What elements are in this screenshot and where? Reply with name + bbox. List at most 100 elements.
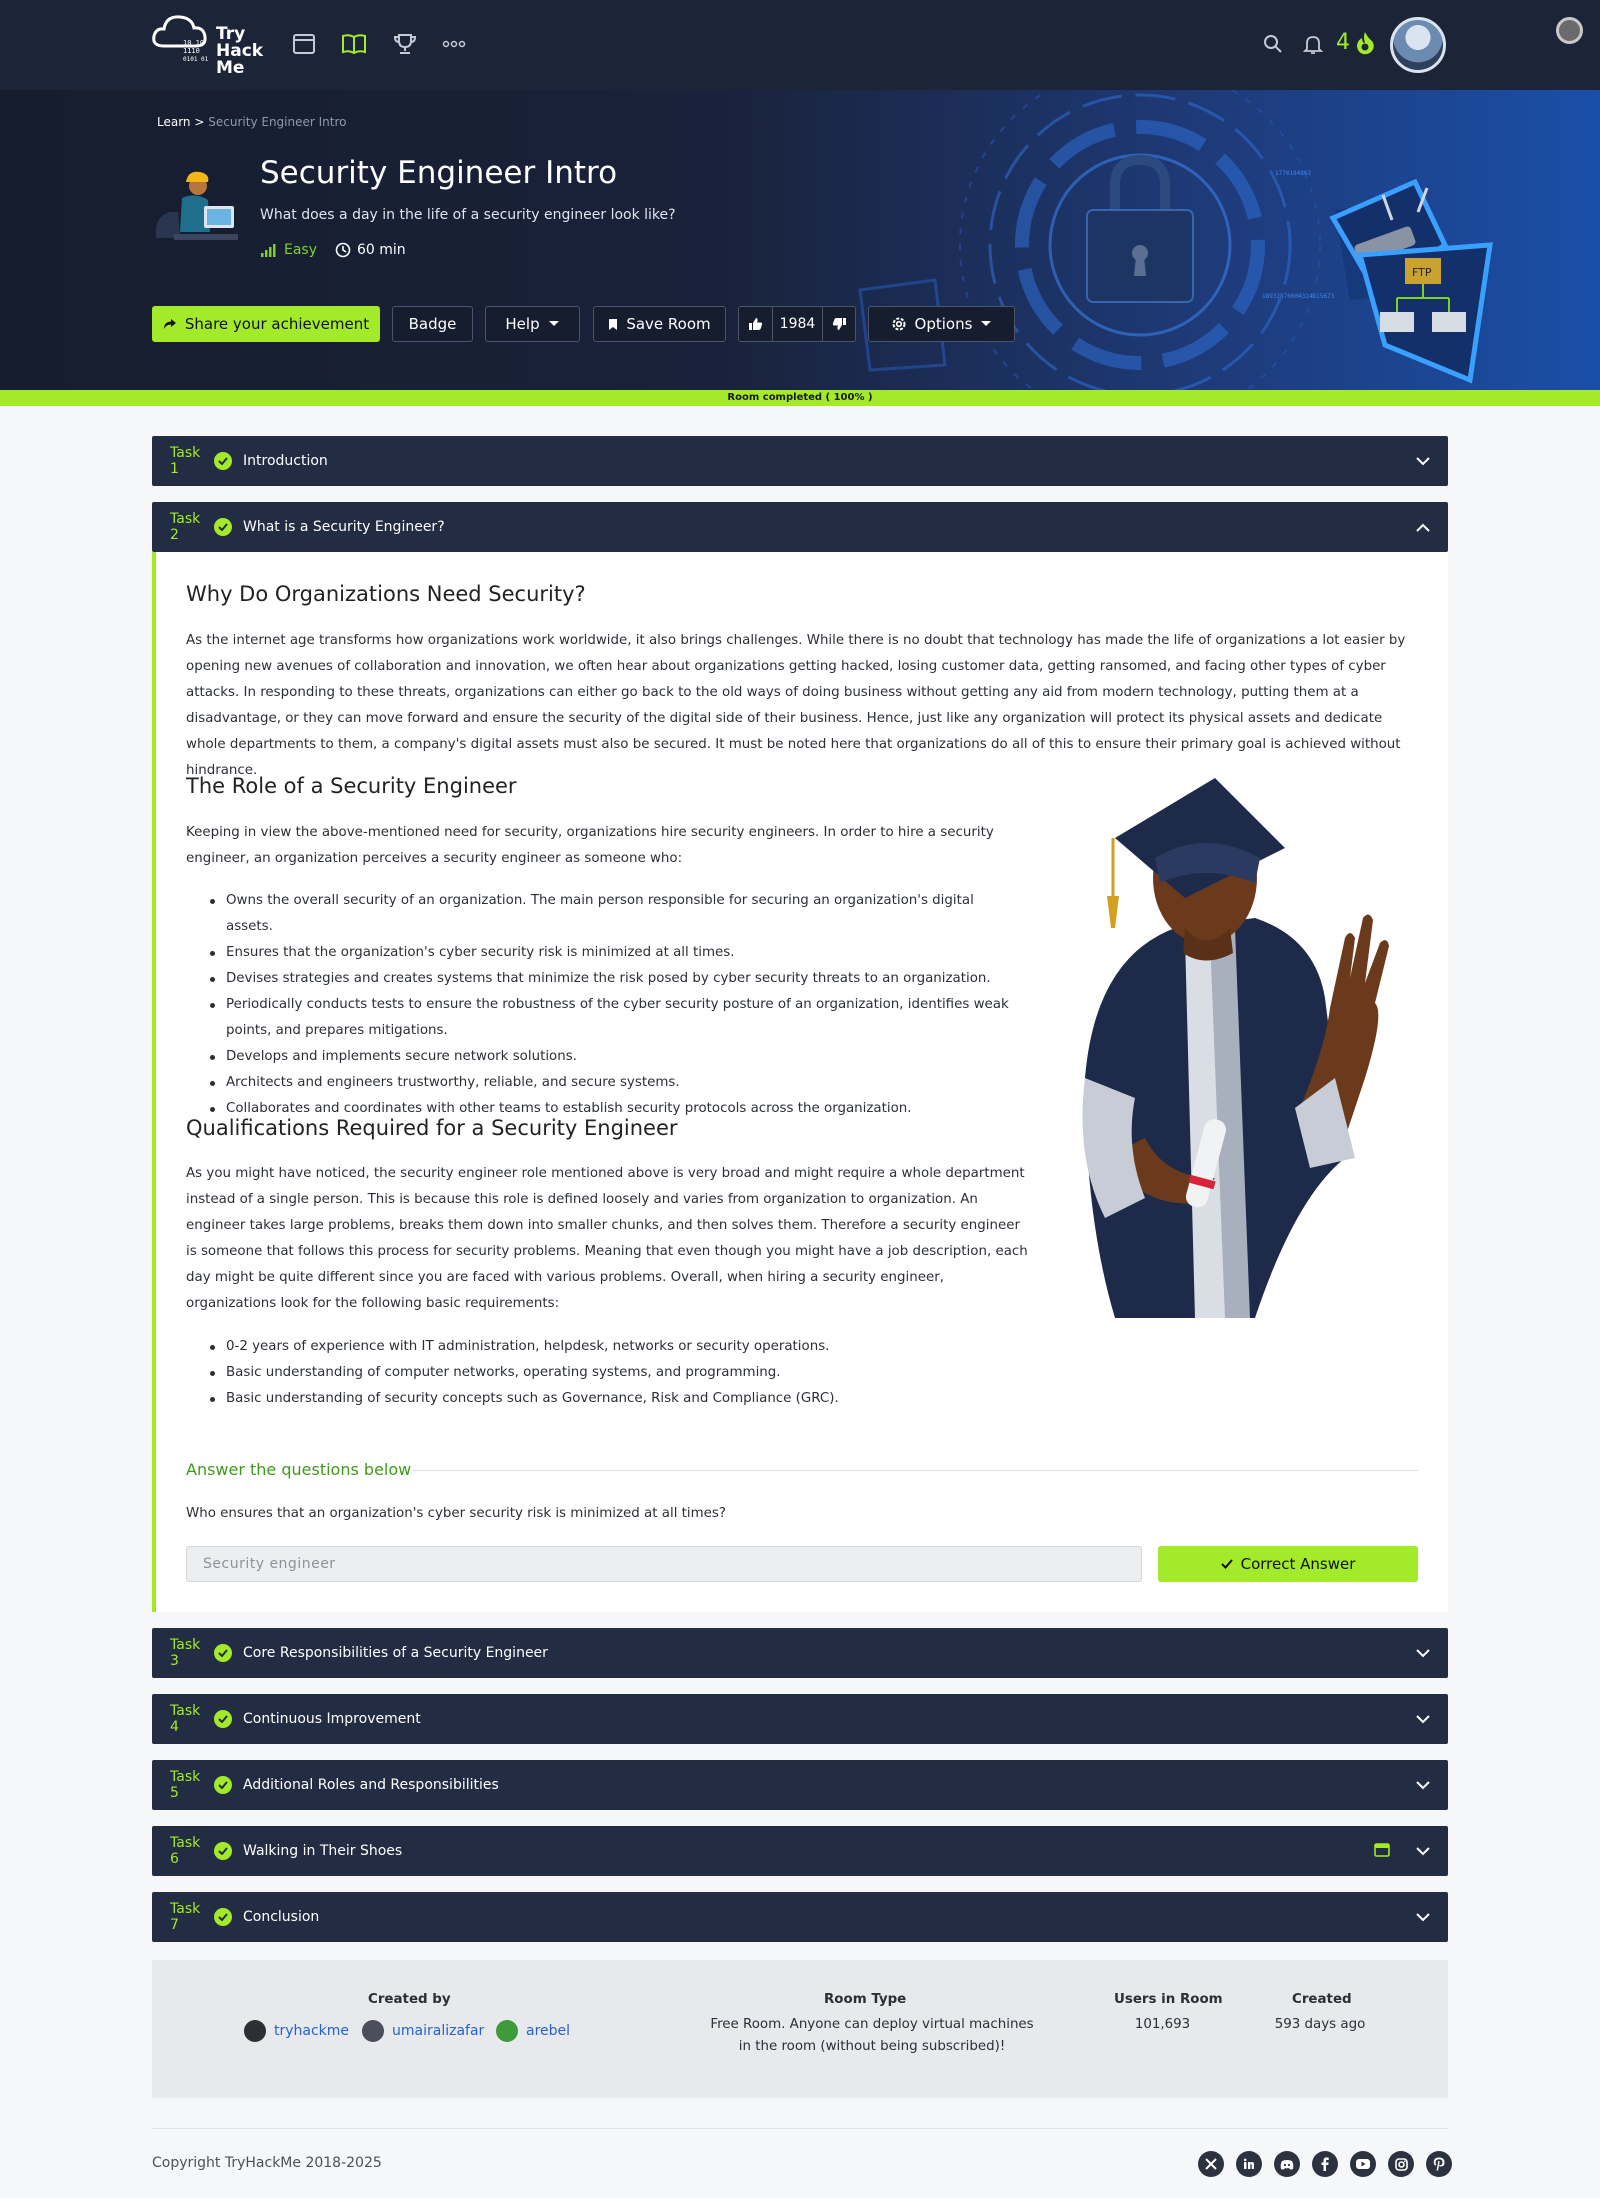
room-progress-bar: Room completed ( 100% ) [0,390,1600,406]
svg-text:1110: 1110 [183,47,200,55]
downvote-button[interactable] [823,307,855,341]
search-icon[interactable] [1260,30,1286,58]
vote-count: 1984 [773,307,823,341]
room-title: Security Engineer Intro [260,155,618,191]
chevron-down-icon[interactable] [1414,1710,1432,1728]
correct-answer-label: Correct Answer [1240,1555,1356,1573]
task-title: Conclusion [243,1909,320,1925]
more-icon[interactable] [440,30,468,58]
correct-answer-button[interactable]: Correct Answer [1158,1546,1418,1582]
requirements-list: 0-2 years of experience with IT administ… [206,1334,1106,1412]
room-type-value: Free Room. Anyone can deploy virtual mac… [710,2017,1034,2054]
paragraph: Keeping in view the above-mentioned need… [186,825,994,866]
paragraph: As the internet age transforms how organ… [186,633,1406,778]
task-4-header[interactable]: Task 4 Continuous Improvement [152,1694,1448,1744]
signal-bars-icon [261,244,276,257]
users-in-room-value: 101,693 [1134,2017,1191,2032]
list-item: Owns the overall security of an organiza… [206,888,1014,940]
task-title: What is a Security Engineer? [243,519,445,535]
creator-link[interactable]: umairalizafar [362,2020,484,2042]
answer-field[interactable]: Security engineer [186,1546,1142,1582]
checkmark-icon [1220,1559,1233,1569]
creator-name: tryhackme [274,2023,350,2039]
list-item: Basic understanding of security concepts… [206,1386,1106,1412]
task-1-header[interactable]: Task 1 Introduction [152,436,1448,486]
list-item: Devises strategies and creates systems t… [206,966,1014,992]
duration: 60 min [335,242,406,258]
chevron-up-icon[interactable] [1414,518,1432,536]
save-room-button[interactable]: Save Room [593,306,726,342]
x-icon[interactable] [1198,2151,1224,2177]
pinterest-icon[interactable] [1426,2151,1452,2177]
chevron-down-icon[interactable] [1414,1644,1432,1662]
caret-down-icon [981,321,992,326]
thumbs-down-icon [832,318,846,330]
user-avatar[interactable] [1390,17,1446,73]
breadcrumb-current: Security Engineer Intro [208,115,347,129]
task-7-header[interactable]: Task 7 Conclusion [152,1892,1448,1942]
creator-link[interactable]: tryhackme [244,2020,349,2042]
responsibilities-list: Owns the overall security of an organiza… [206,888,1014,1122]
options-label: Options [914,315,973,333]
discord-icon[interactable] [1274,2151,1300,2177]
instagram-icon[interactable] [1388,2151,1414,2177]
streak-counter[interactable]: 4 [1336,30,1376,55]
chevron-down-icon[interactable] [1414,1776,1432,1794]
creator-name: umairalizafar [392,2023,485,2039]
question-text: Who ensures that an organization's cyber… [186,1506,727,1521]
check-circle-icon [214,1710,232,1728]
upvote-button[interactable] [739,307,773,341]
users-in-room-label: Users in Room [1114,1992,1223,2007]
room-icon [155,171,238,240]
badge-button[interactable]: Badge [392,306,473,342]
share-achievement-button[interactable]: Share your achievement [152,306,380,342]
svg-text:FTP: FTP [1412,266,1432,279]
help-label: Help [505,315,540,333]
svg-text:0101 01: 0101 01 [183,56,209,63]
logo-text: Try Hack Me [216,24,264,78]
clock-icon [335,242,351,258]
breadcrumb-learn[interactable]: Learn [157,115,191,129]
chevron-down-icon[interactable] [1414,1908,1432,1926]
options-button[interactable]: Options [868,306,1015,342]
thumbs-up-icon [749,318,763,330]
bell-icon[interactable] [1300,30,1326,58]
creator-link[interactable]: arebel [496,2020,570,2042]
chevron-down-icon[interactable] [1414,452,1432,470]
share-icon [163,319,176,329]
footer-divider [152,2128,1448,2129]
check-circle-icon [214,1644,232,1662]
facebook-icon[interactable] [1312,2151,1338,2177]
youtube-icon[interactable] [1350,2151,1376,2177]
check-circle-icon [214,518,232,536]
task-number: Task 5 [170,1769,201,1801]
check-circle-icon [214,1776,232,1794]
paragraph: As you might have noticed, the security … [186,1166,1028,1311]
list-item: Ensures that the organization's cyber se… [206,940,1014,966]
vm-window-icon [1374,1842,1392,1860]
task-2-header[interactable]: Task 2 What is a Security Engineer? [152,502,1448,552]
top-nav: 10 10 1110 0101 01 Try Hack Me 4 [0,0,1600,90]
check-circle-icon [214,452,232,470]
section-heading: The Role of a Security Engineer [186,774,517,798]
task-number: Task 3 [170,1637,201,1669]
task-3-header[interactable]: Task 3 Core Responsibilities of a Securi… [152,1628,1448,1678]
tryhackme-logo[interactable]: 10 10 1110 0101 01 Try Hack Me [150,10,270,80]
divider [412,1470,1418,1471]
creator-name: arebel [526,2023,571,2039]
window-icon[interactable] [290,30,318,58]
linkedin-icon[interactable] [1236,2151,1262,2177]
room-description: What does a day in the life of a securit… [260,207,676,223]
task-number: Task 1 [170,445,201,477]
bookmark-icon [609,318,618,330]
chevron-down-icon[interactable] [1414,1842,1432,1860]
trophy-icon[interactable] [391,30,419,58]
help-button[interactable]: Help [485,306,580,342]
svg-text:18932876004324815673: 18932876004324815673 [1262,293,1335,300]
extension-dot[interactable] [1556,17,1583,44]
book-icon[interactable] [340,30,368,58]
gear-icon [892,317,906,331]
task-6-header[interactable]: Task 6 Walking in Their Shoes [152,1826,1448,1876]
streak-count: 4 [1336,30,1350,55]
task-5-header[interactable]: Task 5 Additional Roles and Responsibili… [152,1760,1448,1810]
